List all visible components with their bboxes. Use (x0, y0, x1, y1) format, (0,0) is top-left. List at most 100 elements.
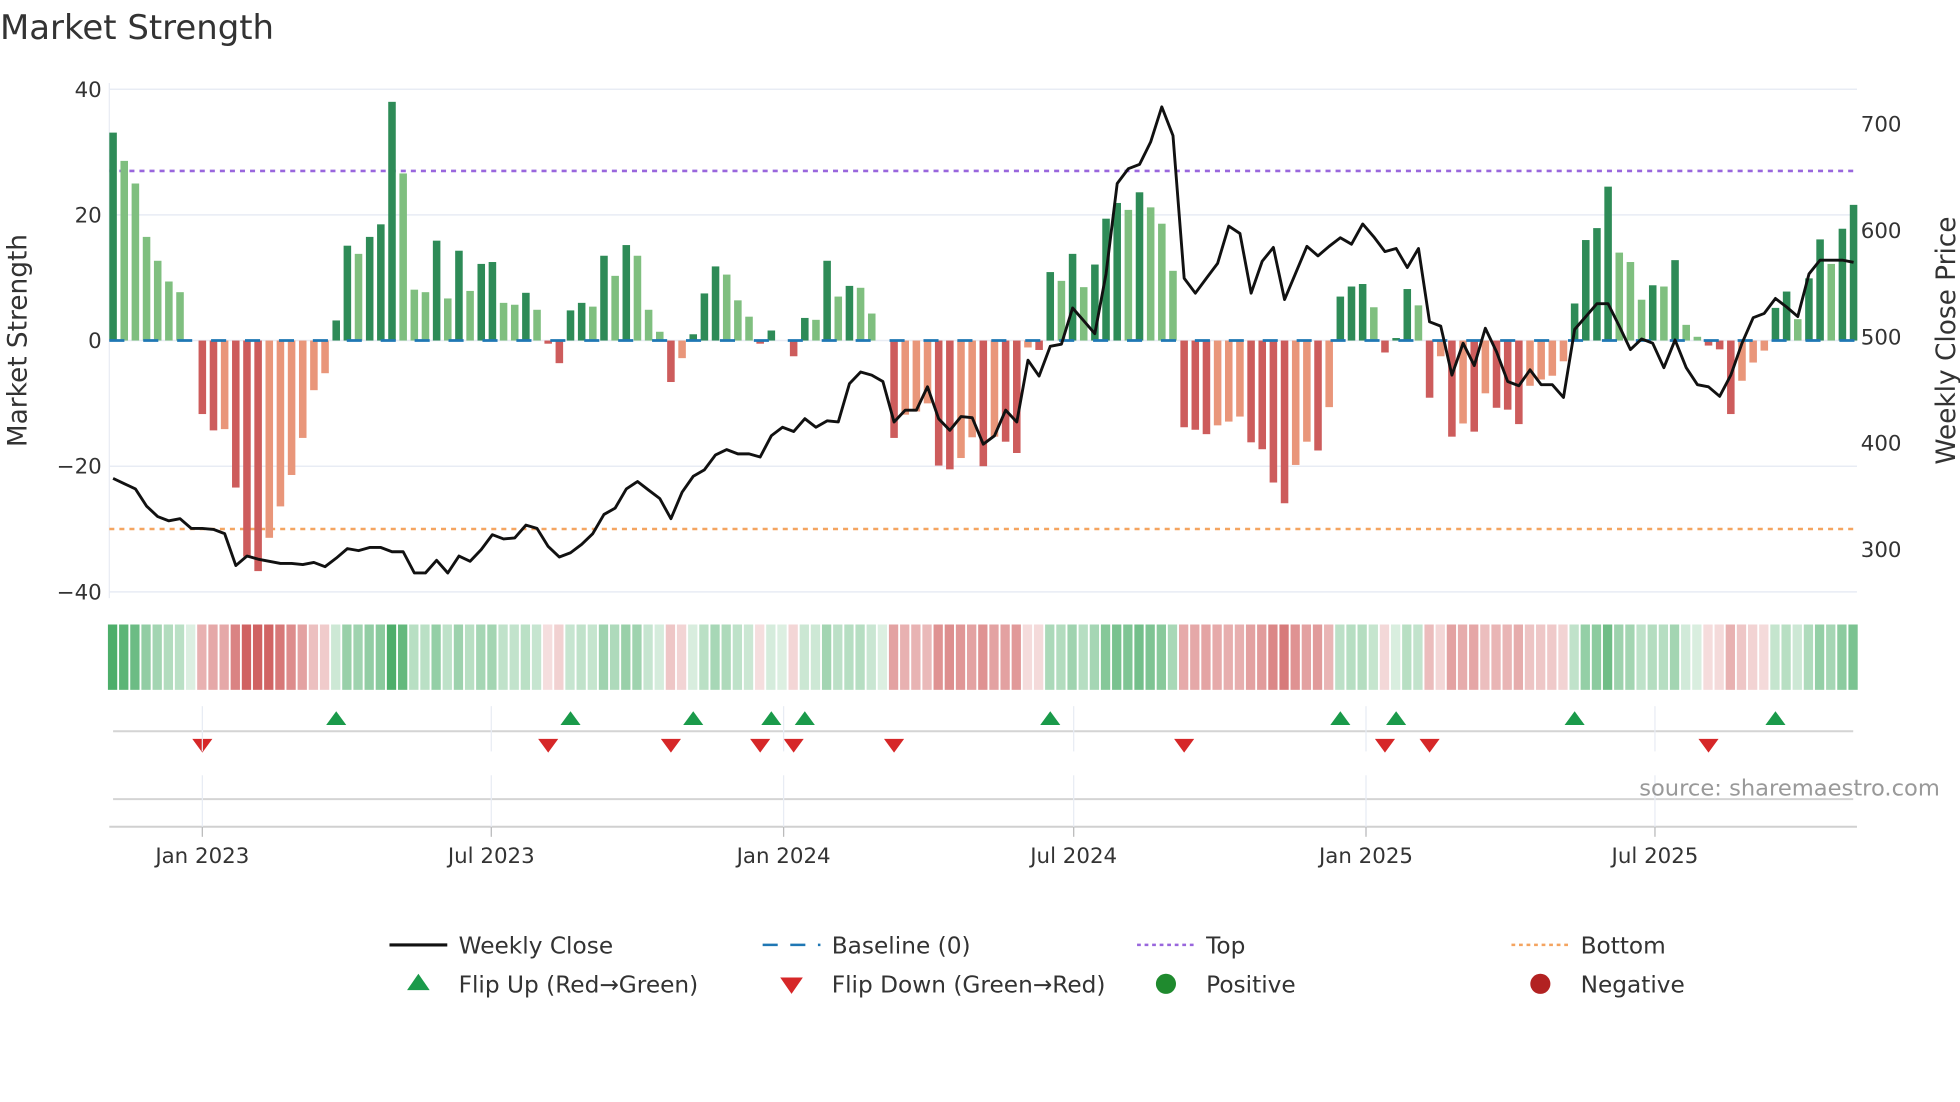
strength-bar (499, 302, 508, 341)
flip-up-marker (1564, 711, 1585, 726)
strength-heat-strip (107, 624, 1858, 690)
strength-bar (432, 240, 441, 341)
strength-bar (566, 310, 575, 341)
strip-cell (911, 624, 921, 690)
strength-bar (1146, 207, 1155, 341)
strip-cell (1681, 624, 1691, 690)
strip-cell (1424, 624, 1434, 690)
flip-up-marker (1330, 711, 1351, 726)
strip-cell (1257, 624, 1267, 690)
strength-bar (1838, 228, 1847, 341)
y2-axis-label: Weekly Close Price (1932, 216, 1960, 464)
strength-bar (1671, 260, 1679, 341)
strength-bar (153, 260, 162, 341)
strength-bar (1247, 340, 1255, 443)
strip-cell (1368, 624, 1378, 690)
strip-cell (1558, 624, 1568, 690)
strength-bar (131, 183, 140, 341)
strip-cell (1826, 624, 1836, 690)
strip-cell (1647, 624, 1657, 690)
strip-cell (1714, 624, 1724, 690)
strip-cell (398, 624, 408, 690)
strength-bar (1425, 340, 1434, 398)
strip-cell (855, 624, 865, 690)
legend-label: Weekly Close (459, 933, 614, 960)
strip-cell (464, 624, 475, 690)
strip-cell (844, 624, 854, 690)
legend-label: Flip Down (Green→Red) (832, 972, 1106, 999)
strip-cell (1145, 624, 1155, 690)
strength-bar (377, 224, 385, 341)
strip-cell (1770, 624, 1780, 690)
strip-cell (1402, 624, 1412, 690)
strip-cell (487, 624, 497, 690)
strip-cell (833, 624, 843, 690)
y2-tick-label: 300 (1861, 538, 1902, 563)
strip-cell (241, 624, 252, 690)
strength-bar (466, 290, 474, 341)
strength-bar (276, 340, 285, 507)
strength-bar (1760, 340, 1769, 351)
flip-down-marker (783, 738, 804, 753)
flip-up-marker (560, 711, 581, 726)
strip-cell (186, 624, 196, 690)
strength-bar (410, 289, 419, 341)
strip-cell (1457, 624, 1468, 690)
strength-bar (901, 340, 909, 415)
strip-cell (1268, 624, 1278, 690)
strength-bar (1225, 340, 1233, 422)
strip-cell (1324, 624, 1334, 690)
strip-cell (900, 624, 910, 690)
strength-bar (1749, 340, 1757, 363)
strip-cell (1279, 624, 1289, 690)
strength-bar (957, 340, 965, 459)
strip-cell (431, 624, 441, 690)
strength-bar (220, 340, 229, 430)
strength-bar (176, 292, 184, 341)
strip-cell (1513, 624, 1523, 690)
strip-cell (799, 624, 809, 690)
strip-cell (1569, 624, 1579, 690)
flip-up-marker (683, 711, 704, 726)
strip-cell (922, 624, 932, 690)
strip-cell (252, 624, 263, 690)
strip-cell (1100, 624, 1111, 690)
strip-cell (1167, 624, 1178, 690)
strip-cell (967, 624, 977, 690)
strip-cell (498, 624, 508, 690)
y2-tick-label: 700 (1861, 112, 1902, 137)
flip-down-marker (1174, 738, 1195, 753)
strip-cell (565, 624, 575, 690)
strength-bar (589, 306, 597, 341)
legend-label: Flip Up (Red→Green) (459, 972, 699, 999)
legend-flip-down-icon (780, 977, 803, 994)
strength-bar (243, 340, 251, 557)
strip-cell (409, 624, 419, 690)
strip-cell (643, 624, 653, 690)
strip-cell (543, 624, 553, 690)
strip-cell (1703, 624, 1713, 690)
strength-bar (1593, 228, 1601, 341)
strength-bar (1448, 340, 1456, 437)
strip-cell (1692, 624, 1702, 690)
strength-bar (232, 340, 240, 488)
strip-cell (654, 624, 664, 690)
strip-cell (375, 624, 385, 690)
y-axis-label: Market Strength (3, 234, 33, 447)
strip-cell (208, 624, 218, 690)
strength-bar (946, 340, 954, 470)
legend-label: Top (1205, 933, 1245, 960)
strip-cell (933, 624, 943, 690)
strip-cell (107, 624, 118, 690)
left-axis-ticks: 40 20 0 −20 −40 (57, 78, 102, 606)
strip-cell (1480, 624, 1490, 690)
strip-cell (141, 624, 151, 690)
legend-label: Baseline (0) (832, 933, 971, 960)
strip-cell (275, 624, 285, 690)
strip-cell (1056, 624, 1066, 690)
strength-bar (310, 340, 318, 391)
x-tick-label: Jul 2023 (446, 844, 535, 869)
strength-bar (722, 274, 731, 341)
strength-bar (1816, 239, 1824, 341)
strength-bar (979, 340, 988, 467)
